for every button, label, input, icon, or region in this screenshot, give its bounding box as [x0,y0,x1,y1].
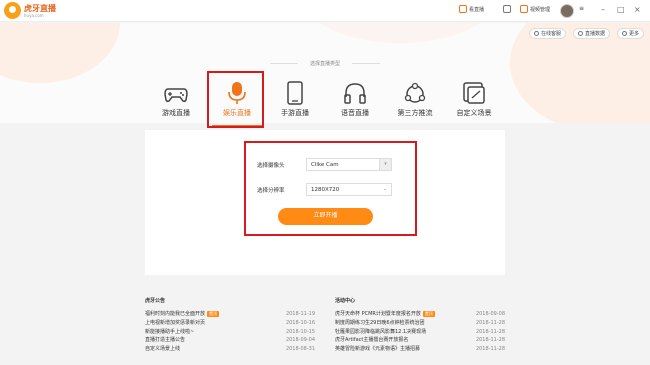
pinned-badge: 置顶 [207,311,220,317]
tab-voice-live[interactable]: 语音直播 [330,80,380,118]
tab-custom-scene[interactable]: 自定义场景 [449,80,499,118]
item-text: 虎牙天命杯 PCMR计划暨年度报名开放 [335,311,421,317]
service-icon [534,31,539,36]
maximize-button[interactable]: □ [617,5,625,15]
menu-button[interactable]: ≡ [579,5,584,12]
item-date: 2018-10-16 [285,319,315,326]
list-item[interactable]: 自定义场景上线 2018-08-31 [145,345,315,354]
huya-logo-icon [4,2,21,19]
item-date: 2018-09-08 [475,311,505,317]
phone-icon [282,80,308,106]
item-date: 2018-11-28 [475,337,505,344]
online-service-button[interactable]: 在线客服 [529,28,567,39]
video-manage-button[interactable]: 视频管理 [520,5,550,13]
item-date: 2018-08-31 [285,346,315,353]
list-item[interactable]: 直播打造主播公告 2018-09-04 [145,336,315,345]
list-item[interactable]: 英雄冒险新游戏《元素物语》主播招募 2018-11-28 [335,345,505,354]
tab-label: 游戏直播 [162,109,190,117]
logo-domain: huya.com [24,12,44,18]
announcements-title: 虎牙公告 [145,298,166,304]
item-text: 自定义场景上线 [145,346,181,353]
item-date: 2018-11-28 [475,319,505,326]
item-text: 上电视新增加奖惩录新对页 [145,319,206,326]
item-text: 英雄冒险新游戏《元素物语》主播招募 [335,346,421,353]
pinned-badge: 置顶 [422,311,435,317]
more-label: 更多 [629,31,640,37]
tab-label: 语音直播 [341,109,369,117]
tab-label: 第三方推流 [397,109,433,117]
tab-label: 手游直播 [281,109,309,117]
activities-list: 活动中心 虎牙天命杯 PCMR计划暨年度报名开放 置顶 2018-09-08 制度… [335,297,505,354]
headphones-icon [342,80,368,106]
app-logo: 虎牙直播 huya.com [4,2,56,19]
active-tab-highlight [207,71,264,128]
list-item[interactable]: 虎牙Artifact主播擂台赛开放报名 2018-11-28 [335,336,505,345]
live-data-label: 直播数据 [585,31,606,37]
tab-mobile-game-live[interactable]: 手游直播 [270,80,320,118]
item-text: 直播打造主播公告 [145,337,186,344]
video-icon [520,5,528,13]
tab-game-live[interactable]: 游戏直播 [151,80,201,118]
tab-label: 自定义场景 [456,109,492,117]
item-date: 2018-11-28 [475,346,505,353]
item-date: 2018-09-04 [285,337,315,344]
live-data-button[interactable]: 直播数据 [573,28,611,39]
menu-icon: ≡ [579,5,585,12]
avatar[interactable] [560,4,574,18]
activities-title: 活动中心 [335,298,356,304]
share-icon [402,80,428,106]
item-text: 新能接播助手上线啦~ [145,328,195,335]
shield-button[interactable] [503,5,513,13]
watch-live-label: 看直播 [469,6,485,13]
online-service-label: 在线客服 [541,31,562,37]
more-button[interactable]: 更多 [617,28,645,39]
item-text: 福利时刻内能我已全面开放 [145,311,206,317]
minimize-button[interactable]: – [601,5,605,15]
logo-name: 虎牙直播 [24,3,56,13]
item-text: 虎牙Artifact主播擂台赛开放报名 [335,337,409,344]
watch-live-button[interactable]: 看直播 [459,5,484,13]
item-date: 2018-11-28 [475,328,505,335]
chart-icon [578,31,583,36]
scene-icon [461,80,487,106]
list-item[interactable]: 新能接播助手上线啦~ 2018-10-15 [145,328,315,337]
gear-icon [622,31,627,36]
video-manage-label: 视频管理 [530,6,551,13]
announcements-list: 虎牙公告 福利时刻内能我已全面开放 置顶 2018-11-19 上电视新增加奖惩录… [145,297,315,354]
list-item[interactable]: 制度周期练习生29日晚6点钟检票统治团 2018-11-28 [335,319,505,328]
list-item[interactable]: 福利时刻内能我已全面开放 置顶 2018-11-19 [145,310,315,319]
list-item[interactable]: 虎牙天命杯 PCMR计划暨年度报名开放 置顶 2018-09-08 [335,310,505,319]
title-bar: 虎牙直播 huya.com 看直播 视频管理 ≡ – □ × [0,0,650,22]
item-text: 牡雁果园影羽降临跳风影舞12.1决赛现场 [335,328,427,335]
shield-icon [503,5,511,13]
gamepad-icon [163,80,189,106]
form-highlight [244,141,417,236]
close-button[interactable]: × [634,5,641,15]
item-text: 制度周期练习生29日晚6点钟检票统治团 [335,319,425,326]
item-date: 2018-10-15 [285,328,315,335]
list-item[interactable]: 牡雁果园影羽降临跳风影舞12.1决赛现场 2018-11-28 [335,328,505,337]
tab-third-party-stream[interactable]: 第三方推流 [390,80,440,118]
play-icon [459,5,467,13]
list-item[interactable]: 上电视新增加奖惩录新对页 2018-10-16 [145,319,315,328]
section-title: 选择直播类型 [260,60,390,67]
item-date: 2018-11-19 [285,311,315,317]
